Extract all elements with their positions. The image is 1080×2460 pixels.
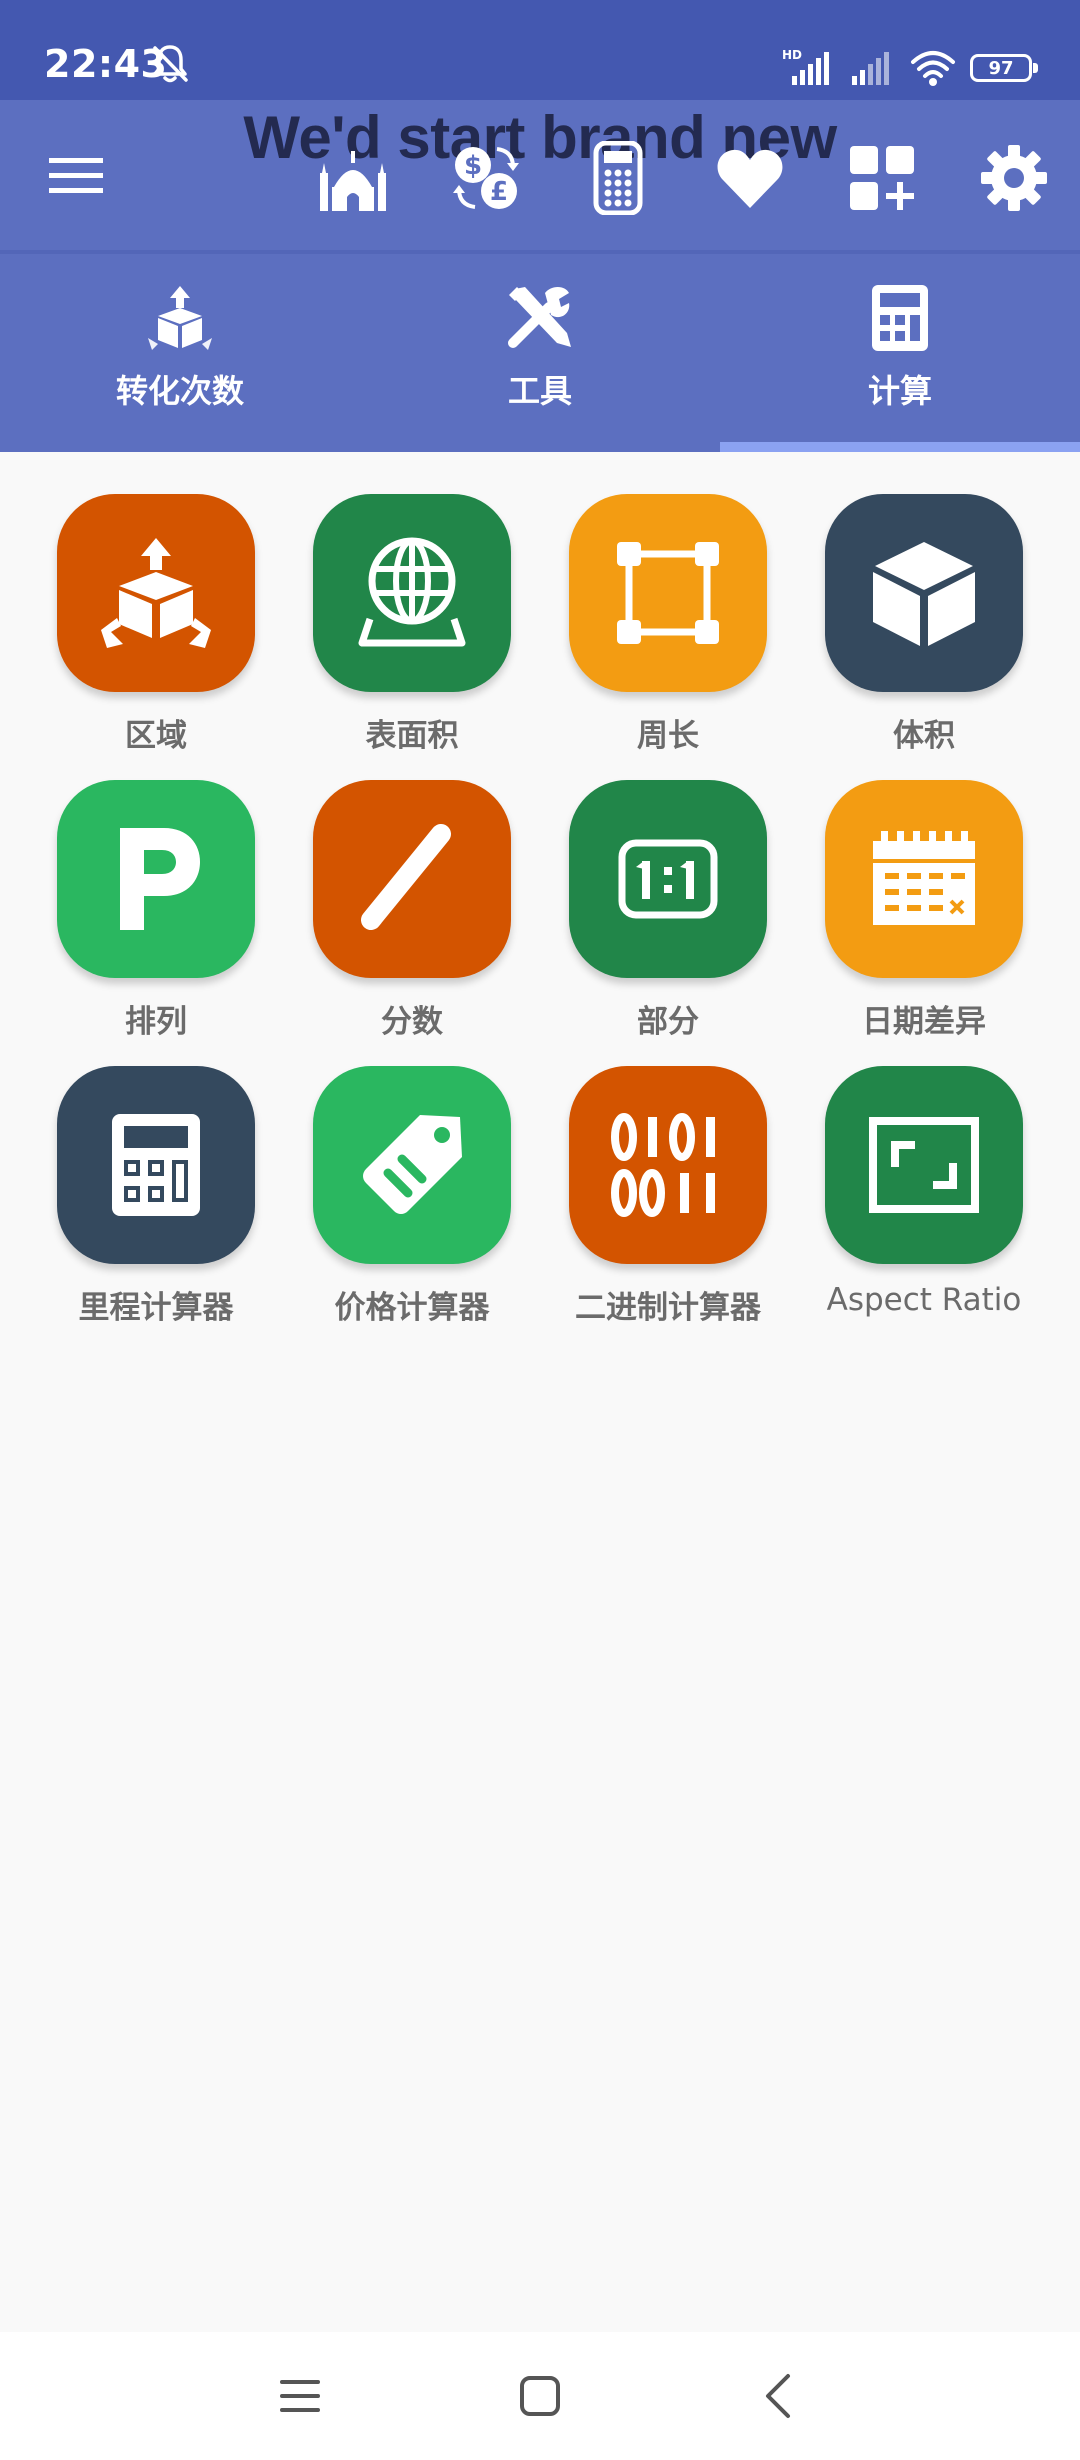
- tile-label: Aspect Ratio: [826, 1282, 1022, 1318]
- tile-icon-bg: [569, 1066, 767, 1264]
- tab-calculations[interactable]: 计算: [720, 254, 1080, 452]
- tile-area[interactable]: 区域: [28, 494, 284, 774]
- tile-aspect-ratio[interactable]: Aspect Ratio: [796, 1066, 1052, 1346]
- tile-label: 体积: [893, 718, 955, 754]
- recents-button[interactable]: [262, 2358, 338, 2434]
- calculator-device-icon: [593, 141, 643, 215]
- tab-label: 转化次数: [115, 372, 244, 410]
- favorites-button[interactable]: [712, 140, 788, 216]
- tile-label: 表面积: [365, 718, 459, 754]
- tab-label: 工具: [507, 372, 572, 410]
- tile-label: 分数: [381, 1004, 443, 1040]
- back-button[interactable]: [740, 2358, 816, 2434]
- conversion-icon: [148, 286, 212, 350]
- app-screen: 22:43 HD 97 We'd start brand new $ £ 转化次…: [0, 0, 1080, 2460]
- tile-perimeter[interactable]: 周长: [540, 494, 796, 774]
- wifi-icon: [911, 51, 955, 86]
- tile-icon-bg: [57, 780, 255, 978]
- tile-icon-bg: [57, 1066, 255, 1264]
- tile-label: 部分: [637, 1004, 699, 1040]
- tile-binary-calculator[interactable]: 二进制计算器: [540, 1066, 796, 1346]
- tile-icon-bg: [313, 780, 511, 978]
- tile-price-calculator[interactable]: 价格计算器: [284, 1066, 540, 1346]
- fraction-slash-icon: [361, 824, 451, 930]
- home-button[interactable]: [502, 2358, 578, 2434]
- status-icons: HD 97: [782, 46, 1038, 90]
- tile-label: 二进制计算器: [575, 1290, 761, 1326]
- tile-icon-bg: [57, 494, 255, 692]
- system-nav-bar: [0, 2332, 1080, 2460]
- mosque-button[interactable]: [315, 140, 391, 216]
- tile-volume[interactable]: 体积: [796, 494, 1052, 774]
- battery-icon: 97: [970, 54, 1038, 82]
- tile-icon-bg: [825, 1066, 1023, 1264]
- tile-mileage-calculator[interactable]: 里程计算器: [28, 1066, 284, 1346]
- ratio-icon: [618, 839, 718, 919]
- heart-icon: [717, 149, 783, 208]
- tile-icon-bg: [569, 780, 767, 978]
- tile-fraction[interactable]: 分数: [284, 780, 540, 1060]
- tile-icon-bg: [313, 494, 511, 692]
- tile-label: 日期差异: [862, 1004, 986, 1040]
- tile-icon-bg: [569, 494, 767, 692]
- back-icon: [766, 2374, 790, 2418]
- calculator-device-button[interactable]: [580, 140, 656, 216]
- currency-exchange-icon: $ £: [453, 147, 519, 209]
- area-icon: [101, 538, 211, 648]
- mosque-icon: [320, 151, 386, 211]
- svg-text:$: $: [464, 151, 482, 181]
- perimeter-icon: [617, 542, 719, 644]
- tab-label: 计算: [867, 372, 932, 410]
- tile-ratio[interactable]: 部分: [540, 780, 796, 1060]
- svg-text:HD: HD: [782, 48, 802, 62]
- battery-level: 97: [988, 57, 1014, 79]
- status-bar: 22:43 HD 97: [0, 0, 1080, 100]
- tile-label: 周长: [637, 718, 699, 754]
- calculator-icon: [112, 1114, 200, 1216]
- currency-exchange-button[interactable]: $ £: [448, 140, 524, 216]
- price-tag-icon: [363, 1115, 462, 1214]
- add-widget-icon: [850, 146, 914, 210]
- signal-icon: [852, 52, 889, 85]
- binary-icon: [611, 1113, 715, 1217]
- tile-label: 区域: [125, 718, 187, 754]
- selected-tab-indicator: [720, 442, 1080, 452]
- hd-signal-icon: HD: [782, 48, 829, 85]
- aspect-ratio-icon: [869, 1117, 979, 1213]
- tab-bar: 转化次数 工具 计算: [0, 254, 1080, 452]
- app-toolbar: We'd start brand new $ £: [0, 100, 1080, 252]
- tab-conversions[interactable]: 转化次数: [0, 254, 360, 452]
- globe-icon: [358, 537, 466, 647]
- permutation-p-icon: [120, 828, 200, 930]
- tile-icon-bg: [313, 1066, 511, 1264]
- gear-icon: [981, 145, 1047, 211]
- tile-icon-bg: [825, 494, 1023, 692]
- tile-icon-bg: [825, 780, 1023, 978]
- tile-surface-area[interactable]: 表面积: [284, 494, 540, 774]
- mute-bell-icon: [153, 45, 188, 83]
- recents-icon: [280, 2380, 320, 2412]
- settings-button[interactable]: [976, 140, 1052, 216]
- status-time: 22:43: [44, 42, 168, 86]
- tile-label: 排列: [125, 1004, 187, 1040]
- tools-icon: [508, 287, 571, 348]
- tile-label: 里程计算器: [78, 1290, 234, 1326]
- add-widget-button[interactable]: [844, 140, 920, 216]
- tab-tools[interactable]: 工具: [360, 254, 720, 452]
- home-icon: [520, 2376, 560, 2416]
- tile-date-difference[interactable]: 日期差异: [796, 780, 1052, 1060]
- svg-text:£: £: [490, 177, 508, 207]
- calendar-icon: [873, 831, 975, 925]
- tile-permutation[interactable]: 排列: [28, 780, 284, 1060]
- calculator-icon: [872, 285, 928, 351]
- tile-label: 价格计算器: [334, 1290, 490, 1326]
- cube-icon: [873, 542, 975, 646]
